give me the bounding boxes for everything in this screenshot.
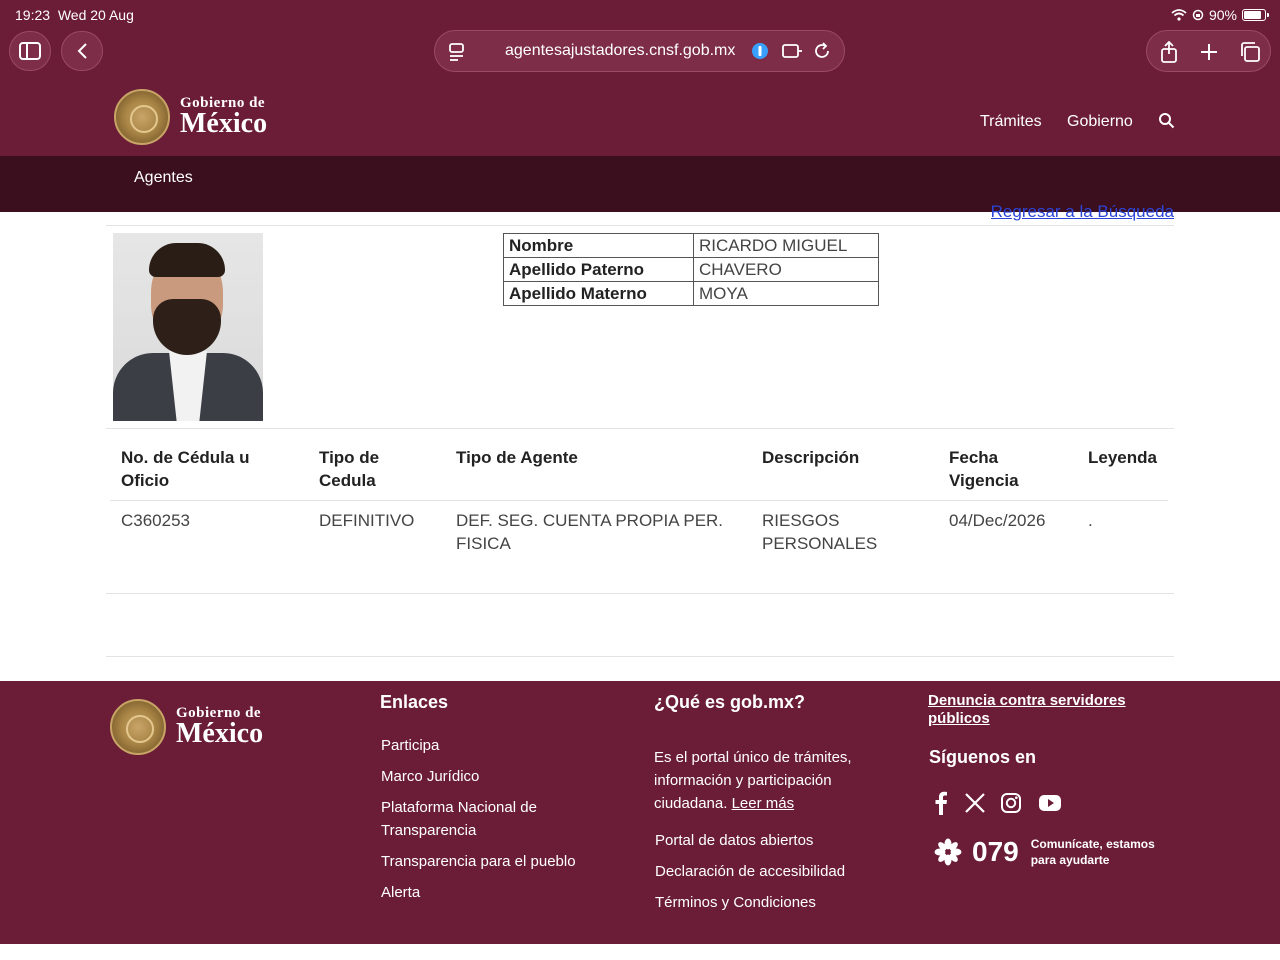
que-es-gobmx-text: Es el portal único de trámites, informac… — [654, 749, 852, 812]
battery-percent: 90% — [1208, 7, 1237, 23]
sidebar-icon — [19, 42, 41, 60]
status-date: Wed 20 Aug — [57, 7, 134, 23]
address-bar[interactable]: agentesajustadores.cnsf.gob.mx — [434, 30, 845, 72]
footer-link-accesibilidad[interactable]: Declaración de accesibilidad — [655, 860, 845, 883]
phone-number: 079 — [972, 836, 1019, 867]
site-header: Gobierno de México Trámites Gobierno — [0, 84, 1280, 156]
footer-link-datos-abiertos[interactable]: Portal de datos abiertos — [655, 829, 813, 852]
status-bar: 19:23 Wed 20 Aug 90% — [0, 0, 1280, 30]
cell-tipo-agente: DEF. SEG. CUENTA PROPIA PER. FISICA — [456, 511, 724, 553]
maternal-surname-value: MOYA — [693, 281, 879, 306]
license-table: No. de Cédula u Oficio Tipo de Cedula Ti… — [110, 437, 1168, 563]
footer-link-terminos[interactable]: Términos y Condiciones — [655, 891, 816, 914]
cell-leyenda: . — [1088, 511, 1093, 530]
chevron-left-icon — [77, 43, 87, 59]
paternal-surname-row: Apellido Paterno CHAVERO — [503, 257, 879, 282]
footer-link-marco-juridico[interactable]: Marco Jurídico — [381, 765, 479, 788]
col-cedula: No. de Cédula u Oficio — [110, 437, 308, 501]
extension-icon[interactable] — [781, 42, 803, 60]
table-header-row: No. de Cédula u Oficio Tipo de Cedula Ti… — [110, 437, 1168, 501]
wifi-icon — [1171, 9, 1187, 21]
sidebar-toggle-button[interactable] — [9, 31, 51, 71]
status-right: 90% — [1171, 7, 1269, 23]
col-descripcion: Descripción — [751, 437, 938, 501]
denuncia-link[interactable]: Denuncia contra servidores públicos — [928, 692, 1143, 728]
status-time: 19:23 Wed 20 Aug — [15, 7, 134, 23]
col-fecha-vigencia: Fecha Vigencia — [938, 437, 1077, 501]
phone-079-block[interactable]: 079 Comunícate, estamos para ayudarte — [934, 836, 1155, 868]
password-key-icon[interactable] — [751, 42, 769, 60]
logo-line-2: México — [180, 108, 268, 139]
share-icon[interactable] — [1159, 41, 1179, 63]
instagram-icon[interactable] — [998, 790, 1024, 816]
national-seal-icon — [110, 699, 166, 755]
phone-caption: Comunícate, estamos para ayudarte — [1030, 837, 1155, 867]
leer-mas-link[interactable]: Leer más — [732, 795, 795, 812]
flower-icon — [934, 838, 962, 866]
footer-link-participa[interactable]: Participa — [381, 734, 439, 757]
cell-cedula: C360253 — [121, 511, 191, 530]
subnav-agentes[interactable]: Agentes — [134, 169, 193, 187]
site-footer: Gobierno de México Enlaces Participa Mar… — [0, 681, 1280, 944]
divider — [106, 428, 1174, 429]
youtube-icon[interactable] — [1037, 790, 1063, 816]
paternal-surname-label: Apellido Paterno — [503, 257, 694, 282]
col-leyenda: Leyenda — [1077, 437, 1168, 501]
national-seal-icon — [114, 89, 170, 145]
agent-photo — [113, 233, 263, 421]
new-tab-icon[interactable] — [1199, 41, 1219, 63]
agent-name-table: Nombre RICARDO MIGUEL Apellido Paterno C… — [503, 233, 879, 306]
cell-descripcion: RIESGOS PERSONALES — [762, 511, 878, 553]
battery-icon — [1242, 9, 1269, 21]
footer-logo-line-2: México — [176, 718, 264, 749]
gobierno-logo[interactable]: Gobierno de México — [114, 89, 267, 145]
back-button[interactable] — [61, 31, 103, 71]
nav-gobierno[interactable]: Gobierno — [1067, 113, 1133, 131]
toolbar-right-group — [1146, 30, 1271, 72]
footer-link-plataforma-transparencia[interactable]: Plataforma Nacional de Transparencia — [381, 796, 581, 842]
x-icon[interactable] — [962, 790, 988, 816]
siguenos-heading: Síguenos en — [929, 747, 1037, 767]
divider — [106, 593, 1174, 594]
name-label: Nombre — [503, 233, 694, 258]
back-to-search-link[interactable]: Regresar a la Búsqueda — [991, 202, 1174, 222]
tabs-overview-icon[interactable] — [1239, 41, 1261, 63]
name-value: RICARDO MIGUEL — [693, 233, 879, 258]
footer-gobierno-logo[interactable]: Gobierno de México — [110, 699, 263, 755]
que-es-gobmx-heading: ¿Qué es gob.mx? — [654, 692, 806, 712]
page-menu-icon[interactable] — [448, 42, 466, 62]
orientation-lock-icon — [1192, 9, 1204, 21]
search-icon[interactable] — [1158, 112, 1175, 129]
enlaces-heading: Enlaces — [380, 692, 449, 712]
col-tipo-cedula: Tipo de Cedula — [308, 437, 445, 501]
col-tipo-agente: Tipo de Agente — [445, 437, 751, 501]
maternal-surname-row: Apellido Materno MOYA — [503, 281, 879, 306]
maternal-surname-label: Apellido Materno — [503, 281, 694, 306]
browser-chrome: 19:23 Wed 20 Aug 90% agentesajustadores.… — [0, 0, 1280, 84]
table-row: C360253 DEFINITIVO DEF. SEG. CUENTA PROP… — [110, 501, 1168, 564]
footer-link-transparencia-pueblo[interactable]: Transparencia para el pueblo — [381, 850, 576, 873]
cell-tipo-cedula: DEFINITIVO — [319, 511, 415, 530]
cell-fecha-vigencia: 04/Dec/2026 — [949, 511, 1046, 530]
nav-tramites[interactable]: Trámites — [980, 113, 1042, 131]
paternal-surname-value: CHAVERO — [693, 257, 879, 282]
name-row: Nombre RICARDO MIGUEL — [503, 233, 879, 258]
footer-link-alerta[interactable]: Alerta — [381, 881, 420, 904]
divider — [106, 656, 1174, 657]
reload-icon[interactable] — [813, 42, 831, 60]
facebook-icon[interactable] — [928, 790, 954, 816]
divider — [106, 225, 1174, 226]
url-text[interactable]: agentesajustadores.cnsf.gob.mx — [505, 42, 735, 60]
